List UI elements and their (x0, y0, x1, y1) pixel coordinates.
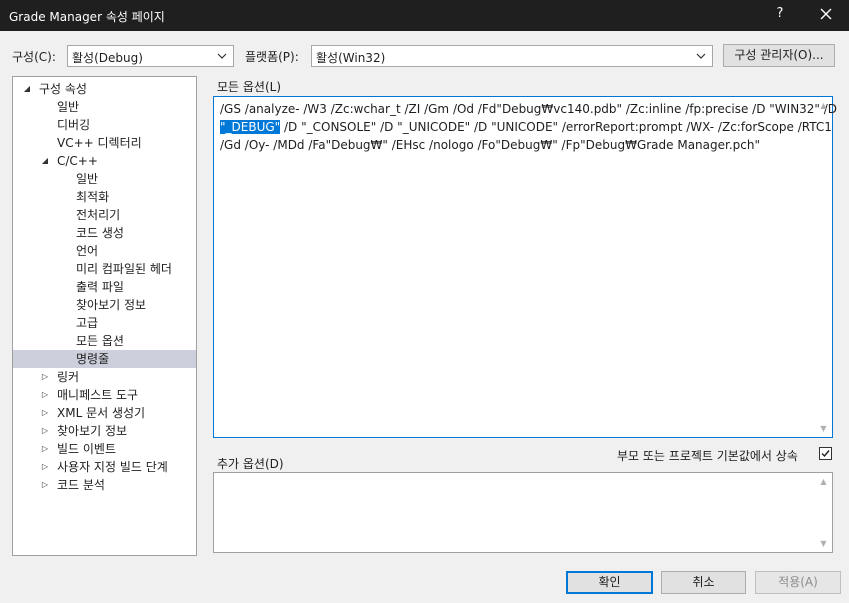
selected-text: "_DEBUG" (220, 120, 281, 134)
platform-value: 활성(Win32) (316, 51, 386, 65)
config-label: 구성(C): (12, 50, 56, 64)
command-line-2: "_DEBUG" /D "_CONSOLE" /D "_UNICODE" /D … (220, 118, 832, 136)
help-button[interactable]: ? (772, 6, 788, 21)
tree-item-label: 디버깅 (57, 118, 91, 132)
tree-item[interactable]: ▷ 찾아보기 정보 (13, 422, 196, 440)
scroll-down-icon[interactable]: ▼ (815, 535, 832, 552)
tree-item[interactable]: ◢ C/C++ (13, 152, 196, 170)
tree-item-label: 모든 옵션 (76, 334, 124, 348)
tree-item-label: XML 문서 생성기 (57, 406, 146, 420)
tree-item[interactable]: 코드 생성 (13, 224, 196, 242)
tree-item-label: 명령줄 (76, 352, 110, 366)
window-title: Grade Manager 속성 페이지 (9, 10, 165, 24)
command-line-text: /GS /analyze- /W3 /Zc:wchar_t /ZI /Gm /O… (220, 100, 838, 154)
tree-item[interactable]: 전처리기 (13, 206, 196, 224)
close-button[interactable] (816, 3, 836, 25)
apply-button[interactable]: 적용(A) (755, 571, 841, 594)
tree-item-label: 출력 파일 (76, 280, 124, 294)
tree-item[interactable]: 출력 파일 (13, 278, 196, 296)
collapsed-arrow-icon[interactable]: ▷ (40, 386, 50, 404)
tree-item-label: C/C++ (57, 154, 98, 168)
tree-item[interactable]: 고급 (13, 314, 196, 332)
command-line-2-rest: /D "_CONSOLE" /D "_UNICODE" /D "UNICODE"… (280, 120, 832, 134)
tree-item-label: VC++ 디렉터리 (57, 136, 142, 150)
tree-item-label: 일반 (76, 172, 99, 186)
tree-item-label: 미리 컴파일된 헤더 (76, 262, 172, 276)
scroll-up-icon[interactable]: ▲ (815, 473, 832, 490)
chevron-down-icon (696, 53, 706, 59)
tree-item[interactable]: 찾아보기 정보 (13, 296, 196, 314)
tree-item-label: 일반 (57, 100, 80, 114)
tree-item[interactable]: ▷ XML 문서 생성기 (13, 404, 196, 422)
additional-options-label: 추가 옵션(D) (217, 457, 284, 471)
tree-item[interactable]: ▷ 코드 분석 (13, 476, 196, 494)
tree-item-label: 빌드 이벤트 (57, 442, 117, 456)
tree-item[interactable]: 최적화 (13, 188, 196, 206)
tree-item[interactable]: 미리 컴파일된 헤더 (13, 260, 196, 278)
tree-item[interactable]: VC++ 디렉터리 (13, 134, 196, 152)
tree-item[interactable]: 언어 (13, 242, 196, 260)
cancel-button[interactable]: 취소 (661, 571, 746, 594)
tree-item[interactable]: 디버깅 (13, 116, 196, 134)
scroll-up-icon[interactable]: ▲ (815, 97, 832, 114)
scroll-down-icon[interactable]: ▼ (815, 420, 832, 437)
platform-label: 플랫폼(P): (245, 50, 299, 64)
all-options-label: 모든 옵션(L) (217, 80, 282, 94)
tree-item[interactable]: ▷ 링커 (13, 368, 196, 386)
tree-item[interactable]: 모든 옵션 (13, 332, 196, 350)
tree-item-label: 찾아보기 정보 (57, 424, 128, 438)
collapsed-arrow-icon[interactable]: ▷ (40, 404, 50, 422)
collapsed-arrow-icon[interactable]: ▷ (40, 440, 50, 458)
tree-item-label: 언어 (76, 244, 99, 258)
collapsed-arrow-icon[interactable]: ▷ (40, 458, 50, 476)
additional-options-textbox[interactable]: ▲ ▼ (213, 472, 833, 553)
collapsed-arrow-icon[interactable]: ▷ (40, 422, 50, 440)
checkmark-icon (821, 450, 830, 458)
tree-item[interactable]: 명령줄 (13, 350, 196, 368)
command-line-3: /Gd /Oy- /MDd /Fa"Debug₩" /EHsc /nologo … (220, 138, 760, 152)
tree-item[interactable]: 일반 (13, 170, 196, 188)
tree-item-label: 최적화 (76, 190, 110, 204)
tree-item[interactable]: ▷ 빌드 이벤트 (13, 440, 196, 458)
tree-item-label: 구성 속성 (39, 82, 87, 96)
tree-item-label: 고급 (76, 316, 99, 330)
collapsed-arrow-icon[interactable]: ▷ (40, 368, 50, 386)
tree-item[interactable]: ▷ 매니페스트 도구 (13, 386, 196, 404)
config-value: 활성(Debug) (72, 51, 143, 65)
collapsed-arrow-icon[interactable]: ▷ (40, 476, 50, 494)
tree-item-label: 찾아보기 정보 (76, 298, 147, 312)
expanded-arrow-icon[interactable]: ◢ (40, 152, 50, 170)
tree-item-label: 코드 분석 (57, 478, 105, 492)
tree-item-label: 전처리기 (76, 208, 121, 222)
command-line-1: /GS /analyze- /W3 /Zc:wchar_t /ZI /Gm /O… (220, 102, 838, 116)
title-bar: Grade Manager 속성 페이지 ? (0, 0, 849, 31)
expanded-arrow-icon[interactable]: ◢ (22, 80, 32, 98)
config-manager-button[interactable]: 구성 관리자(O)... (723, 44, 835, 67)
ok-button[interactable]: 확인 (566, 571, 653, 594)
config-select[interactable]: 활성(Debug) (67, 45, 234, 67)
chevron-down-icon (217, 53, 227, 59)
vertical-scrollbar[interactable]: ▲ ▼ (815, 473, 832, 552)
tree-item[interactable]: ◢ 구성 속성 (13, 80, 196, 98)
tree-item-label: 매니페스트 도구 (57, 388, 139, 402)
tree-item[interactable]: ▷ 사용자 지정 빌드 단계 (13, 458, 196, 476)
platform-select[interactable]: 활성(Win32) (311, 45, 713, 67)
tree-item-label: 코드 생성 (76, 226, 124, 240)
vertical-scrollbar[interactable]: ▲ ▼ (815, 97, 832, 437)
inherit-checkbox[interactable] (819, 447, 832, 460)
all-options-textbox[interactable]: /GS /analyze- /W3 /Zc:wchar_t /ZI /Gm /O… (213, 96, 838, 438)
inherit-label: 부모 또는 프로젝트 기본값에서 상속 (617, 449, 798, 463)
tree-item[interactable]: 일반 (13, 98, 196, 116)
tree-item-label: 링커 (57, 370, 80, 384)
property-tree[interactable]: ◢ 구성 속성 일반 디버깅 VC++ 디렉터리 ◢ C/C++ 일반 최적화 전처리기 코드 생성… (12, 76, 197, 556)
close-icon (820, 8, 832, 20)
tree-item-label: 사용자 지정 빌드 단계 (57, 460, 168, 474)
